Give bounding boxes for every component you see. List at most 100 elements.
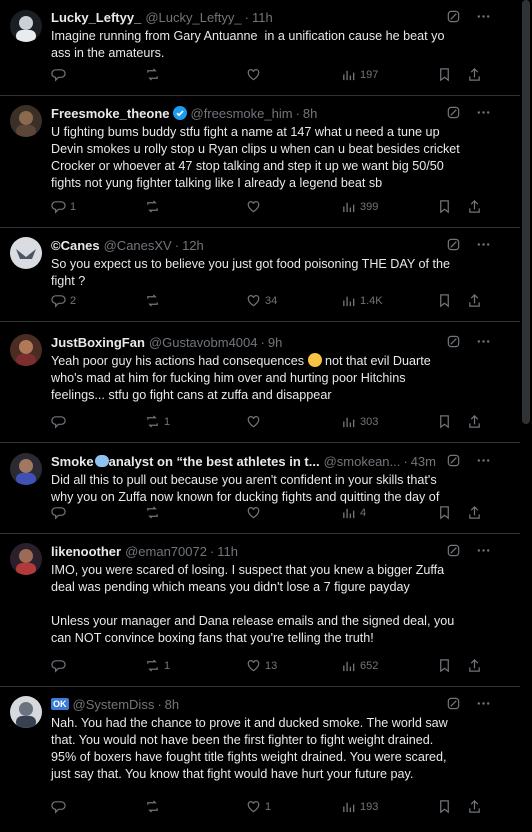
timestamp[interactable]: 8h xyxy=(165,697,179,712)
reply-button[interactable] xyxy=(51,67,70,82)
like-button[interactable] xyxy=(246,505,265,520)
bookmark-button[interactable] xyxy=(437,293,452,308)
display-name[interactable]: Freesmoke_theone xyxy=(51,106,170,121)
views-button[interactable]: 193 xyxy=(341,799,378,814)
timestamp[interactable]: 43m xyxy=(411,454,436,469)
repost-button[interactable]: 1 xyxy=(145,414,170,429)
views-button[interactable]: 4 xyxy=(341,505,366,520)
repost-button[interactable] xyxy=(145,199,164,214)
repost-button[interactable] xyxy=(145,799,164,814)
bookmark-button[interactable] xyxy=(437,199,452,214)
reply-count: 1 xyxy=(70,200,77,213)
views-button[interactable]: 399 xyxy=(341,199,378,214)
dashing-away-emoji-icon xyxy=(94,454,109,467)
more-button[interactable] xyxy=(476,237,492,253)
more-button[interactable] xyxy=(476,334,492,350)
avatar[interactable] xyxy=(10,334,42,366)
grok-button[interactable] xyxy=(446,105,462,121)
tweet[interactable]: likenoother @eman70072 · 11h IMO, you we… xyxy=(0,534,520,687)
reply-button[interactable] xyxy=(51,414,70,429)
views-button[interactable]: 303 xyxy=(341,414,378,429)
more-button[interactable] xyxy=(476,696,492,712)
timestamp[interactable]: 9h xyxy=(268,335,282,350)
share-button[interactable] xyxy=(467,799,482,814)
repost-count: 1 xyxy=(164,659,171,672)
user-handle[interactable]: @smokean... xyxy=(324,454,401,469)
reply-button[interactable] xyxy=(51,799,70,814)
like-button[interactable] xyxy=(246,414,265,429)
like-button[interactable]: 34 xyxy=(246,293,277,308)
user-handle[interactable]: @SystemDiss xyxy=(73,697,155,712)
like-button[interactable] xyxy=(246,199,265,214)
repost-button[interactable] xyxy=(145,67,164,82)
share-button[interactable] xyxy=(467,67,482,82)
timestamp[interactable]: 11h xyxy=(252,10,273,25)
views-button[interactable]: 1.4K xyxy=(341,293,383,308)
timestamp[interactable]: 11h xyxy=(217,544,238,559)
tweet[interactable]: ©Canes @CanesXV · 12h So you expect us t… xyxy=(0,228,520,322)
reply-button[interactable] xyxy=(51,658,70,673)
repost-button[interactable] xyxy=(145,505,164,520)
bookmark-button[interactable] xyxy=(437,414,452,429)
share-button[interactable] xyxy=(467,293,482,308)
grok-button[interactable] xyxy=(446,237,462,253)
avatar[interactable] xyxy=(10,453,42,485)
more-icon xyxy=(477,702,490,705)
views-count: 399 xyxy=(360,200,379,213)
grok-button[interactable] xyxy=(446,543,462,559)
grok-button[interactable] xyxy=(446,9,462,25)
timestamp[interactable]: 8h xyxy=(303,106,317,121)
reply-button[interactable]: 1 xyxy=(51,199,76,214)
avatar[interactable] xyxy=(10,696,42,728)
separator-dot: · xyxy=(209,543,215,559)
display-name[interactable]: Smoke analyst on “the best athletes in t.… xyxy=(51,454,320,469)
tweet[interactable]: Freesmoke_theone @freesmoke_him · 8h U f… xyxy=(0,96,520,228)
avatar[interactable] xyxy=(10,10,42,42)
share-button[interactable] xyxy=(467,414,482,429)
display-name[interactable]: JustBoxingFan xyxy=(51,335,145,350)
reply-button[interactable] xyxy=(51,505,70,520)
grok-button[interactable] xyxy=(446,453,462,469)
timestamp[interactable]: 12h xyxy=(182,238,204,253)
user-handle[interactable]: @freesmoke_him xyxy=(191,106,293,121)
repost-icon xyxy=(147,68,158,81)
user-handle[interactable]: @eman70072 xyxy=(125,544,207,559)
tweet[interactable]: Lucky_Leftyy_ @Lucky_Leftyy_ · 11h Imagi… xyxy=(0,0,520,96)
display-name[interactable]: Lucky_Leftyy_ xyxy=(51,10,141,25)
views-button[interactable]: 652 xyxy=(341,658,378,673)
share-button[interactable] xyxy=(467,658,482,673)
tweet-text: Did all this to pull out because you are… xyxy=(51,473,440,504)
tweet[interactable]: Smoke analyst on “the best athletes in t.… xyxy=(0,443,520,534)
bookmark-button[interactable] xyxy=(437,799,452,814)
views-button[interactable]: 197 xyxy=(341,67,378,82)
bookmark-button[interactable] xyxy=(437,67,452,82)
display-name[interactable]: likenoother xyxy=(51,544,121,559)
repost-button[interactable] xyxy=(145,293,164,308)
more-button[interactable] xyxy=(476,453,492,469)
tweet[interactable]: JustBoxingFan @Gustavobm4004 · 9h Yeah p… xyxy=(0,322,520,443)
like-button[interactable]: 1 xyxy=(246,799,271,814)
user-handle[interactable]: @Gustavobm4004 xyxy=(149,335,258,350)
display-name[interactable]: ©Canes xyxy=(51,238,100,253)
user-handle[interactable]: @CanesXV xyxy=(104,238,172,253)
reply-button[interactable]: 2 xyxy=(51,293,76,308)
bookmark-button[interactable] xyxy=(437,658,452,673)
share-button[interactable] xyxy=(467,199,482,214)
grok-button[interactable] xyxy=(446,334,462,350)
user-handle[interactable]: @Lucky_Leftyy_ xyxy=(145,10,241,25)
avatar[interactable] xyxy=(10,105,42,137)
scrollbar[interactable] xyxy=(520,0,532,832)
more-button[interactable] xyxy=(476,105,492,121)
grok-button[interactable] xyxy=(446,696,462,712)
like-button[interactable] xyxy=(246,67,265,82)
share-button[interactable] xyxy=(467,505,482,520)
avatar[interactable] xyxy=(10,237,42,269)
bookmark-button[interactable] xyxy=(437,505,452,520)
more-button[interactable] xyxy=(476,9,492,25)
repost-button[interactable]: 1 xyxy=(145,658,170,673)
scrollbar-thumb[interactable] xyxy=(522,0,530,424)
more-button[interactable] xyxy=(476,543,492,559)
avatar[interactable] xyxy=(10,543,42,575)
like-button[interactable]: 13 xyxy=(246,658,277,673)
tweet[interactable]: OK @SystemDiss · 8h Nah. You had the cha… xyxy=(0,687,520,827)
